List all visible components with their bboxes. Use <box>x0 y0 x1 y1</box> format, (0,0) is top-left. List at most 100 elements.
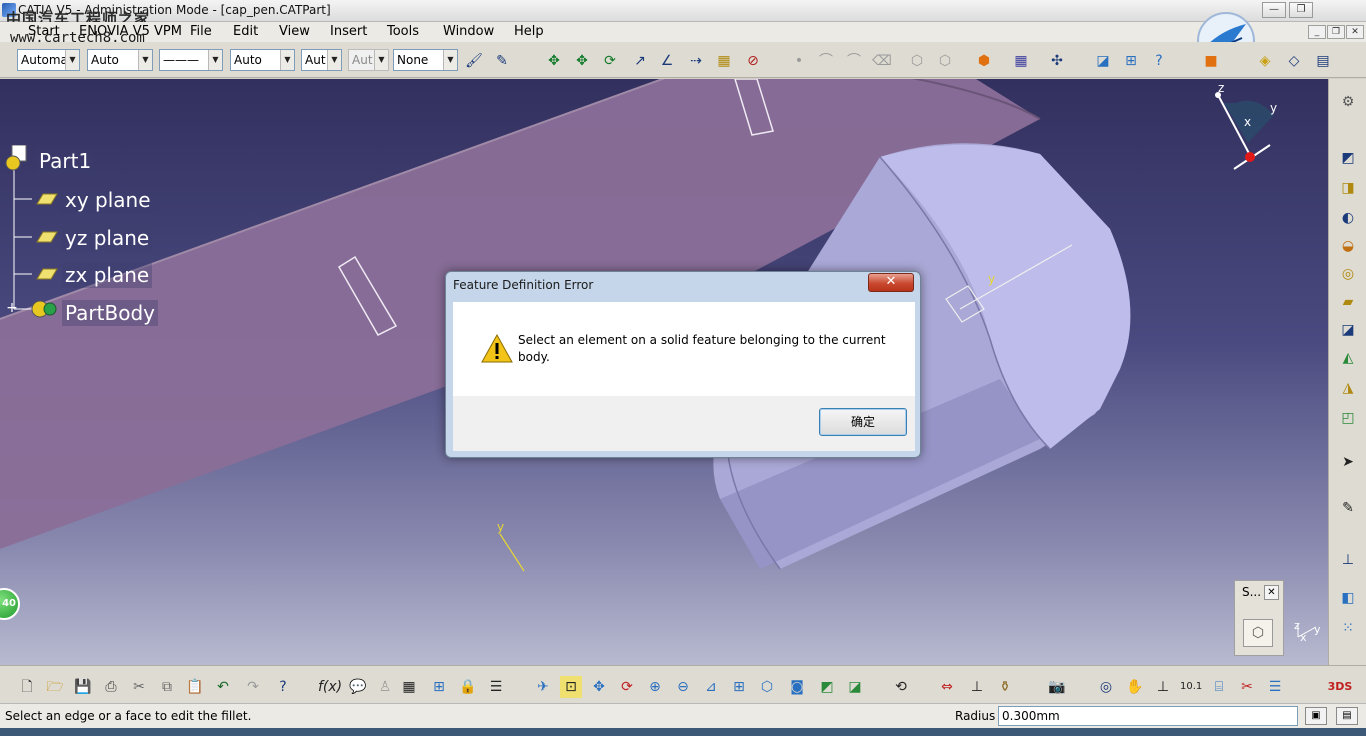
thickness-icon[interactable]: ◇ <box>1283 50 1305 72</box>
format-painter-icon[interactable]: ✎ <box>491 50 513 72</box>
doc-close-button[interactable]: ✕ <box>1346 25 1364 39</box>
surface-icon[interactable]: ◪ <box>1092 50 1114 72</box>
select-arrow-icon[interactable]: ➤ <box>1337 451 1359 473</box>
rib-icon[interactable]: ▰ <box>1337 291 1359 313</box>
maximize-button[interactable]: ❐ <box>1289 2 1313 18</box>
shaft-icon[interactable]: ◐ <box>1337 207 1359 229</box>
menu-help[interactable]: Help <box>514 24 544 39</box>
pattern-icon[interactable]: ⁙ <box>1337 617 1359 639</box>
fillet-icon[interactable]: ◰ <box>1337 407 1359 429</box>
lock-icon[interactable]: 🔒 <box>457 676 479 698</box>
multi-view-icon[interactable]: ⊞ <box>728 676 750 698</box>
tree-zx-plane[interactable]: zx plane <box>62 262 153 288</box>
menu-edit[interactable]: Edit <box>233 24 258 39</box>
shell-icon[interactable]: ◈ <box>1254 50 1276 72</box>
catalog-icon[interactable]: ▦ <box>1010 50 1032 72</box>
comment-icon[interactable]: 💬 <box>347 676 369 698</box>
list-icon[interactable]: ☰ <box>485 676 507 698</box>
sketcher-icon[interactable]: ✎ <box>1337 497 1359 519</box>
part-design-icon[interactable]: ⬢ <box>973 50 995 72</box>
iso-view-icon[interactable]: ⬡ <box>756 676 778 698</box>
cube-alt-icon[interactable]: ⬡ <box>934 50 956 72</box>
whatsthis-icon[interactable]: ? <box>1148 50 1170 72</box>
shading-icon[interactable]: ◙ <box>786 676 808 698</box>
pocket-icon[interactable]: ◨ <box>1337 177 1359 199</box>
thickness-select[interactable]: Auto ▼ <box>230 49 295 71</box>
part-icon[interactable] <box>4 145 30 171</box>
menu-window[interactable]: Window <box>443 24 494 39</box>
new-icon[interactable]: 🗋 <box>16 676 38 698</box>
hide-show-icon[interactable]: ◩ <box>816 676 838 698</box>
minimize-button[interactable]: — <box>1262 2 1286 18</box>
fit-all-icon[interactable]: ⊡ <box>560 676 582 698</box>
menu-file[interactable]: File <box>190 24 212 39</box>
floating-toolbar-close-icon[interactable]: ✕ <box>1264 585 1279 600</box>
menu-insert[interactable]: Insert <box>330 24 367 39</box>
menu-view[interactable]: View <box>279 24 310 39</box>
normal-view-icon[interactable]: ⊿ <box>700 676 722 698</box>
measure-item-icon[interactable]: ⊥ <box>966 676 988 698</box>
zoom-in-icon[interactable]: ⊕ <box>644 676 666 698</box>
gear-icon[interactable]: ⚙ <box>1337 91 1359 113</box>
redo-icon[interactable]: ↷ <box>242 676 264 698</box>
brush-icon[interactable]: 🖌 <box>463 50 485 72</box>
capture-icon[interactable]: 📷 <box>1046 676 1068 698</box>
fix-icon[interactable]: ⊘ <box>742 50 764 72</box>
menu-tools[interactable]: Tools <box>387 24 419 39</box>
snap-icon[interactable]: ✥ <box>571 50 593 72</box>
paste-icon[interactable]: 📋 <box>184 676 206 698</box>
move-icon[interactable]: ✥ <box>543 50 565 72</box>
linetype-select[interactable]: ——— ▼ <box>159 49 223 71</box>
view-cube-icon[interactable]: ⬡ <box>1243 619 1273 647</box>
axis-icon[interactable]: ⊥ <box>1152 676 1174 698</box>
whats-this-icon[interactable]: ? <box>272 676 294 698</box>
radius-input[interactable]: 0.300mm <box>998 706 1298 726</box>
cube-icon[interactable]: ⬡ <box>906 50 928 72</box>
swap-visible-icon[interactable]: ◪ <box>844 676 866 698</box>
formula-icon[interactable]: f(x) <box>318 676 342 698</box>
spin-icon[interactable]: ◎ <box>1095 676 1117 698</box>
status-button-1[interactable]: ▣ <box>1305 707 1327 725</box>
cut-section-icon[interactable]: ✂ <box>1236 676 1258 698</box>
eraser-icon[interactable]: ⌫ <box>871 50 893 72</box>
slot-icon[interactable]: ◪ <box>1337 319 1359 341</box>
zoom-out-icon[interactable]: ⊖ <box>672 676 694 698</box>
compass-widget[interactable] <box>1196 83 1286 173</box>
expand-icon[interactable]: + <box>5 301 19 315</box>
groove-icon[interactable]: ◒ <box>1337 235 1359 257</box>
tree-xy-plane[interactable]: xy plane <box>62 187 154 213</box>
tree-icon[interactable]: ⊞ <box>1120 50 1142 72</box>
hand-icon[interactable]: ✋ <box>1124 676 1146 698</box>
tools-icon[interactable]: ✣ <box>1046 50 1068 72</box>
doc-minimize-button[interactable]: _ <box>1308 25 1326 39</box>
color-select[interactable]: Auto ▼ <box>87 49 153 71</box>
hole-icon[interactable]: ◎ <box>1337 263 1359 285</box>
scale-icon[interactable]: 10.1 <box>1180 676 1202 698</box>
linewidth-select[interactable]: Aut ▼ <box>348 49 389 71</box>
pan-icon[interactable]: ✥ <box>588 676 610 698</box>
rotate-view-icon[interactable]: ⟳ <box>616 676 638 698</box>
axis-system-icon[interactable]: ⊥ <box>1337 549 1359 571</box>
loft-icon[interactable]: ◮ <box>1337 377 1359 399</box>
save-icon[interactable]: 💾 <box>72 676 94 698</box>
graph-icon[interactable]: ⊞ <box>428 676 450 698</box>
update-icon[interactable]: ⟲ <box>890 676 912 698</box>
undo-icon[interactable]: ↶ <box>212 676 234 698</box>
tree-partbody[interactable]: PartBody <box>62 300 158 326</box>
boolean-icon[interactable]: ◧ <box>1337 587 1359 609</box>
dot-icon[interactable]: • <box>788 50 810 72</box>
cylinder-icon[interactable]: ⌸ <box>1208 676 1230 698</box>
layer-select[interactable]: Automa ▼ <box>17 49 80 71</box>
pattern-select[interactable]: None ▼ <box>393 49 458 71</box>
copy-icon[interactable]: ⧉ <box>156 676 178 698</box>
cut-icon[interactable]: ✂ <box>128 676 150 698</box>
apply-material-icon[interactable]: ⚱ <box>994 676 1016 698</box>
solid-icon[interactable]: ■ <box>1200 50 1222 72</box>
measure-between-icon[interactable]: ⇔ <box>936 676 958 698</box>
layers-icon[interactable]: ☰ <box>1264 676 1286 698</box>
fly-icon[interactable]: ✈ <box>532 676 554 698</box>
ok-button[interactable]: 确定 <box>819 408 907 436</box>
arc-icon[interactable]: ⌒ <box>843 50 865 72</box>
dialog-close-button[interactable]: ✕ <box>868 273 914 292</box>
transparency-select[interactable]: Aut ▼ <box>301 49 342 71</box>
